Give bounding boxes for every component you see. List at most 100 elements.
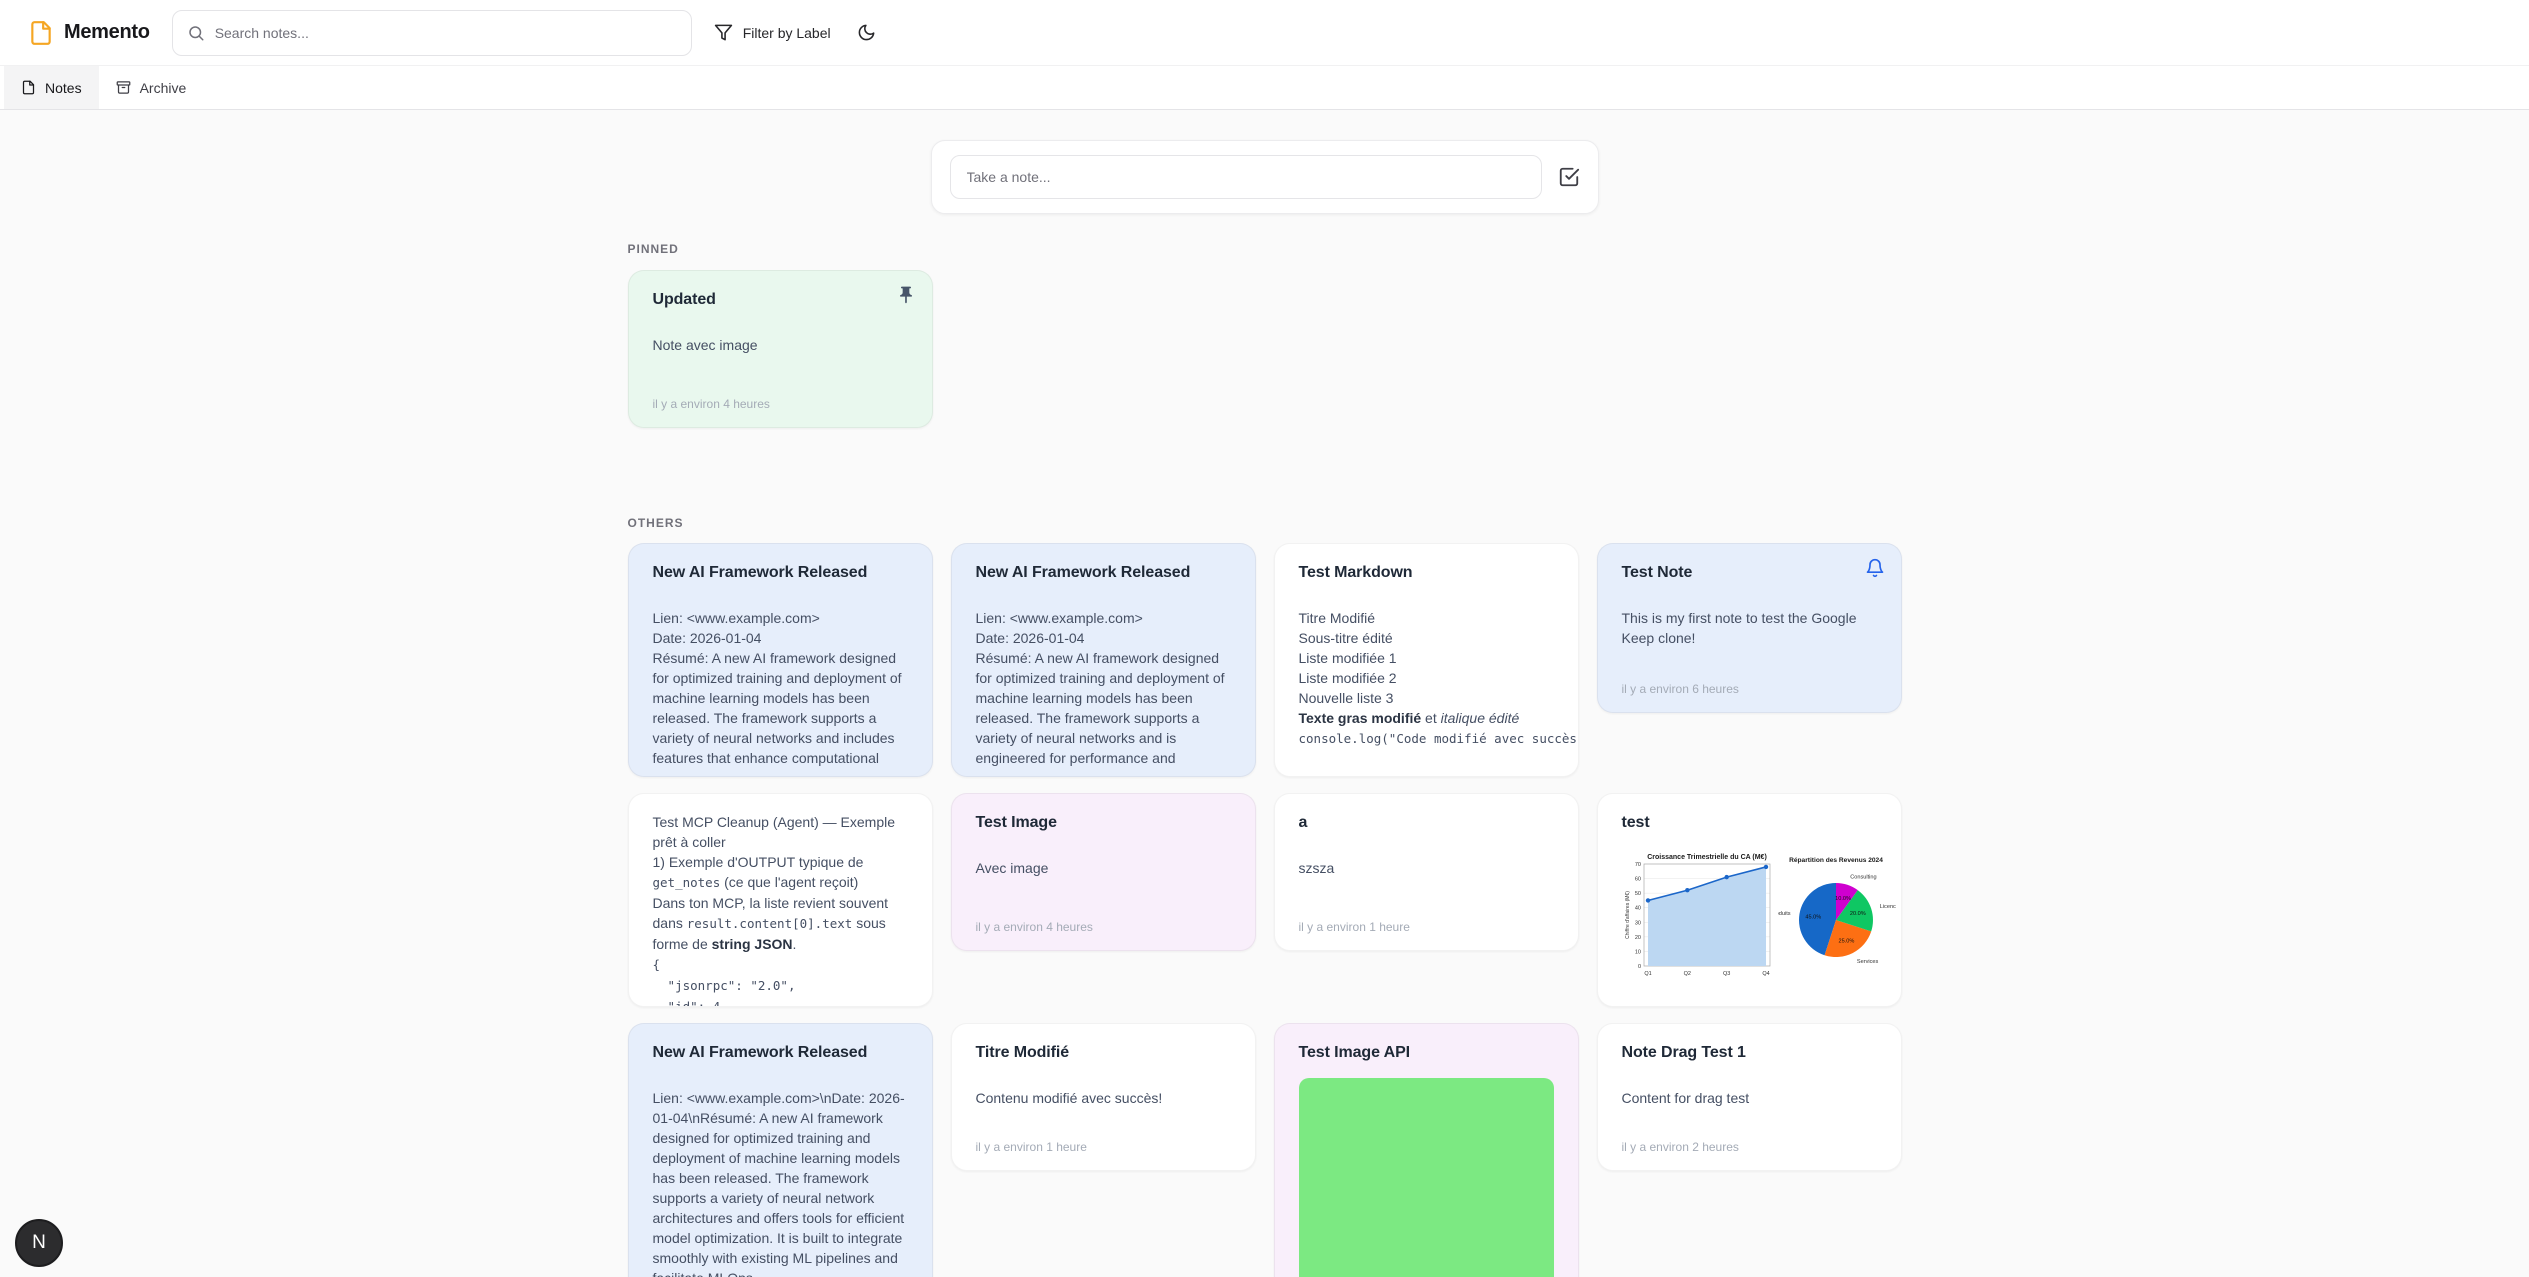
- note-body: Titre Modifié Sous-titre édité Liste modif…: [1299, 608, 1554, 749]
- note-card[interactable]: Test Image API: [1274, 1023, 1579, 1277]
- note-card[interactable]: Test Image Avec image il y a environ 4 heu…: [951, 793, 1256, 951]
- note-text-segment: This is my first note to test the Google…: [1622, 610, 1861, 646]
- tabs-bar: Notes Archive: [0, 66, 2529, 110]
- filter-funnel-icon: [714, 23, 733, 42]
- note-body: Contenu modifié avec succès!: [976, 1088, 1231, 1108]
- moon-icon: [857, 23, 876, 42]
- note-card[interactable]: New AI Framework ReleasedLien: <www.exam…: [951, 543, 1256, 777]
- search-box[interactable]: [172, 10, 692, 56]
- note-text-segment: {: [653, 957, 661, 972]
- note-text-segment: 1) Exemple d'OUTPUT typique de: [653, 854, 868, 870]
- svg-text:Consulting: Consulting: [1850, 874, 1876, 880]
- note-title: New AI Framework Released: [653, 562, 908, 584]
- filter-by-label-text: Filter by Label: [743, 25, 831, 41]
- check-square-icon: [1558, 166, 1580, 188]
- note-title: Titre Modifié: [976, 1042, 1231, 1064]
- tab-archive[interactable]: Archive: [99, 66, 204, 109]
- note-card[interactable]: New AI Framework Released Lien: <www.exam…: [628, 543, 933, 777]
- note-card[interactable]: aszszail y a environ 1 heure: [1274, 793, 1579, 951]
- note-body: Lien: <www.example.com>Date: 2026-01-04R…: [976, 608, 1231, 768]
- theme-toggle-button[interactable]: [857, 23, 876, 42]
- note-text-segment: Titre Modifié: [1299, 610, 1376, 626]
- reminder-bell-icon[interactable]: [1865, 558, 1885, 578]
- note-title: Test Image: [976, 812, 1231, 834]
- svg-text:20.0%: 20.0%: [1849, 911, 1865, 917]
- note-timestamp: il y a environ 1 heure: [1299, 910, 1554, 934]
- note-text-segment: "id": 4,…: [653, 999, 736, 1007]
- note-card[interactable]: New AI Framework ReleasedLien: <www.exam…: [628, 1023, 933, 1277]
- svg-text:Q1: Q1: [1644, 971, 1651, 977]
- user-avatar-button[interactable]: N: [15, 1219, 63, 1267]
- note-text-segment: Date: 2026-01-04: [653, 630, 762, 646]
- note-text-segment: italique édité: [1441, 710, 1520, 726]
- svg-text:10: 10: [1634, 949, 1640, 955]
- search-input[interactable]: [215, 25, 677, 41]
- note-title: Test Markdown: [1299, 562, 1554, 584]
- note-card[interactable]: testCroissance Trimestrielle du CA (M€)0…: [1597, 793, 1902, 1007]
- notes-main: PINNED UpdatedNote avec imageil y a envi…: [0, 140, 2529, 1277]
- note-text-segment: Contenu modifié avec succès!: [976, 1090, 1163, 1106]
- others-section-label: OTHERS: [628, 516, 1902, 530]
- note-card[interactable]: Test MCP Cleanup (Agent) — Exemple prêt …: [628, 793, 933, 1007]
- take-a-note-input[interactable]: [950, 155, 1542, 199]
- note-card[interactable]: Titre Modifié Contenu modifié avec succès…: [951, 1023, 1256, 1171]
- note-file-logo-icon: [28, 20, 54, 46]
- note-image-green: [1299, 1078, 1554, 1277]
- svg-text:0: 0: [1637, 964, 1640, 970]
- new-checklist-button[interactable]: [1558, 166, 1580, 188]
- svg-text:40: 40: [1634, 906, 1640, 912]
- note-text-segment: Résumé: A new AI framework designed for …: [653, 650, 906, 766]
- svg-text:Services: Services: [1856, 959, 1878, 965]
- note-card[interactable]: Note Drag Test 1Content for drag testil …: [1597, 1023, 1902, 1171]
- note-title: Note Drag Test 1: [1622, 1042, 1877, 1064]
- note-body: Avec image: [976, 858, 1231, 878]
- line-chart-thumbnail: Croissance Trimestrielle du CA (M€) 0 10 20…: [1622, 850, 1772, 990]
- note-text-segment: "jsonrpc": "2.0",: [653, 978, 796, 993]
- note-body: Test MCP Cleanup (Agent) — Exemple prêt …: [653, 812, 908, 1007]
- note-body: Content for drag test: [1622, 1088, 1877, 1108]
- note-title: Test Note: [1622, 562, 1877, 584]
- pin-icon[interactable]: [896, 285, 916, 305]
- note-chart-thumbnails: Croissance Trimestrielle du CA (M€) 0 10 20…: [1622, 850, 1893, 990]
- others-notes-grid: New AI Framework Released Lien: <www.exam…: [628, 543, 1902, 1277]
- svg-text:Produits: Produits: [1778, 911, 1791, 917]
- svg-text:Q3: Q3: [1722, 971, 1729, 977]
- note-card[interactable]: UpdatedNote avec imageil y a environ 4 h…: [628, 270, 933, 428]
- archive-icon: [116, 80, 131, 95]
- filter-by-label-button[interactable]: Filter by Label: [714, 23, 831, 42]
- note-card[interactable]: Test Note This is my first note to test t…: [1597, 543, 1902, 713]
- note-body: Lien: <www.example.com>\nDate: 2026-01-0…: [653, 1088, 908, 1277]
- note-timestamp: il y a environ 6 heures: [1622, 672, 1877, 696]
- note-timestamp: il y a environ 4 heures: [653, 387, 908, 411]
- note-text-segment: get_notes: [653, 875, 721, 890]
- svg-text:45.0%: 45.0%: [1805, 914, 1821, 920]
- svg-text:10.0%: 10.0%: [1835, 896, 1851, 902]
- app-logo: Memento: [28, 20, 150, 46]
- svg-text:Q2: Q2: [1683, 971, 1690, 977]
- pie-chart-thumbnail: Répartition des Revenus 202445.0%Produit…: [1778, 850, 1896, 990]
- notes-file-icon: [21, 80, 36, 95]
- note-title: Updated: [653, 289, 908, 311]
- svg-text:30: 30: [1634, 920, 1640, 926]
- svg-text:Croissance Trimestrielle du CA: Croissance Trimestrielle du CA (M€): [1647, 854, 1767, 861]
- note-text-segment: result.content[0].text: [687, 916, 853, 931]
- note-text-segment: Test MCP Cleanup (Agent) — Exemple prêt …: [653, 814, 899, 850]
- note-text-segment: Lien: <www.example.com>: [653, 610, 820, 626]
- note-text-segment: Résumé: A new AI framework designed for …: [976, 650, 1229, 766]
- note-timestamp: il y a environ 4 heures: [976, 910, 1231, 934]
- note-text-segment: console.log("Code modifié avec succès"): [1299, 731, 1579, 746]
- note-title: Test Image API: [1299, 1042, 1554, 1064]
- tab-notes[interactable]: Notes: [4, 66, 99, 109]
- search-icon: [187, 24, 205, 42]
- pinned-section-label: PINNED: [628, 242, 1902, 256]
- note-composer[interactable]: [931, 140, 1599, 214]
- svg-text:20: 20: [1634, 935, 1640, 941]
- note-card[interactable]: Test Markdown Titre Modifié Sous-titre édi…: [1274, 543, 1579, 777]
- note-text-segment: Liste modifiée 2: [1299, 670, 1397, 686]
- note-text-segment: Liste modifiée 1: [1299, 650, 1397, 666]
- tab-archive-label: Archive: [140, 80, 187, 96]
- pinned-notes-grid: UpdatedNote avec imageil y a environ 4 h…: [628, 270, 1902, 428]
- note-text-segment: Lien: <www.example.com>: [976, 610, 1143, 626]
- tab-notes-label: Notes: [45, 80, 82, 96]
- note-text-segment: Sous-titre édité: [1299, 630, 1393, 646]
